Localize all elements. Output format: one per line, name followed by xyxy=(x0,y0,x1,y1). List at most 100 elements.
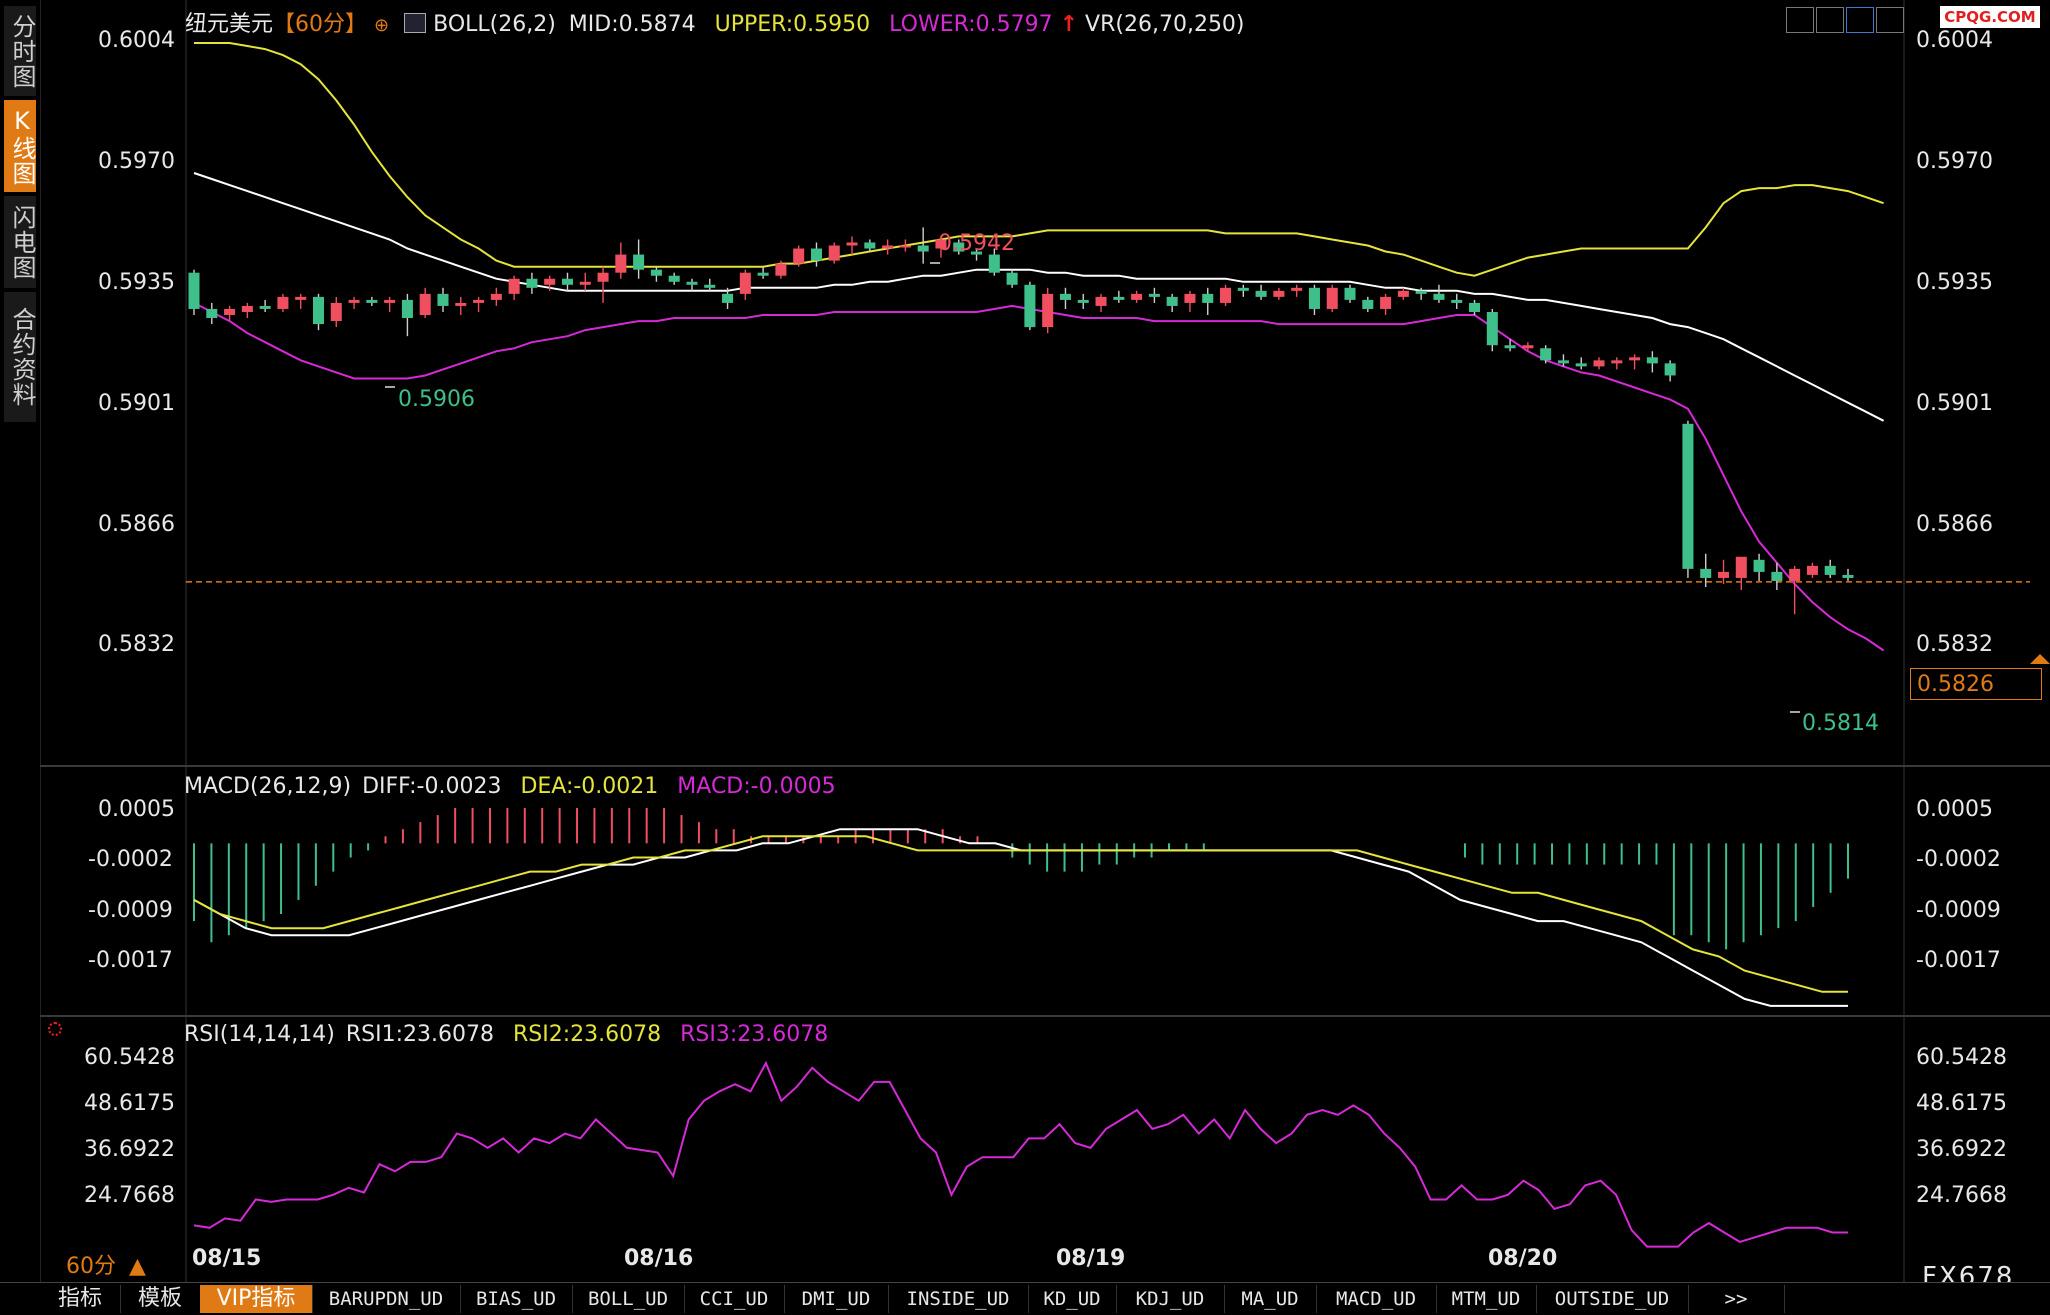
candle-body xyxy=(259,305,271,309)
macd-title: MACD(26,12,9) xyxy=(184,774,352,799)
candle-body xyxy=(437,293,449,306)
candle-body xyxy=(793,248,805,264)
candle-body xyxy=(1717,571,1730,578)
period-selector[interactable]: 60分 ▲ xyxy=(66,1248,146,1280)
candle-body xyxy=(544,278,556,285)
candle-body xyxy=(1166,296,1178,306)
candle-body xyxy=(864,242,876,249)
bar-chart-icon[interactable] xyxy=(1816,7,1844,33)
indicator-tab-bar: 指标 模板 VIP指标 BARUPDN_UD BIAS_UD BOLL_UD C… xyxy=(0,1282,2050,1315)
candle-body xyxy=(1682,423,1694,569)
tab-indicators[interactable]: 指标 xyxy=(40,1285,121,1313)
candle-body xyxy=(615,254,627,273)
tab-kd[interactable]: KD_UD xyxy=(1028,1285,1117,1313)
candle-body xyxy=(241,305,253,312)
macd-value: MACD:-0.0005 xyxy=(677,774,836,799)
candle-body xyxy=(1380,296,1392,309)
candle-body xyxy=(1237,287,1249,291)
current-price-label: 0.5826 xyxy=(1910,668,2042,700)
macd-dea: DEA:-0.0021 xyxy=(520,774,659,799)
date-label: 08/20 xyxy=(1488,1246,1558,1271)
candle-body xyxy=(295,296,307,300)
tab-barupdn[interactable]: BARUPDN_UD xyxy=(312,1285,461,1313)
low-price-label: 0.5814 xyxy=(1802,711,1879,736)
symbol-name: 纽元美元 xyxy=(185,12,274,37)
macd-tick-right: 0.0005 xyxy=(1916,797,1993,822)
candle-body xyxy=(1006,272,1018,285)
tab-more[interactable]: >> xyxy=(1688,1285,1785,1313)
rsi-line xyxy=(193,1060,1848,1248)
candle-body xyxy=(1220,287,1232,303)
zoom-chart-icon[interactable] xyxy=(1876,7,1904,33)
indicator-chart-icon[interactable] xyxy=(404,13,427,33)
candle-body xyxy=(597,272,609,282)
crosshair-icon[interactable] xyxy=(1786,7,1814,33)
boll-upper-line xyxy=(194,42,1884,277)
candle-body xyxy=(561,278,573,285)
rsi2-value: RSI2:23.6078 xyxy=(513,1022,662,1047)
record-icon[interactable] xyxy=(48,1022,62,1036)
candle-body xyxy=(366,299,378,303)
price-tick-left: 0.5832 xyxy=(98,632,175,657)
tab-vip-indicators[interactable]: VIP指标 xyxy=(200,1285,313,1313)
candle-body xyxy=(1486,311,1498,346)
candle-body xyxy=(330,302,342,322)
candle-body xyxy=(1059,293,1071,300)
chart-header: 纽元美元【60分】 ⊕ BOLL(26,2) MID:0.5874 UPPER:… xyxy=(185,6,1245,38)
rsi-header: RSI(14,14,14) RSI1:23.6078 RSI2:23.6078 … xyxy=(184,1022,828,1047)
tab-mtm[interactable]: MTM_UD xyxy=(1436,1285,1537,1313)
low-price-label: 0.5906 xyxy=(398,387,475,412)
chart-canvas[interactable] xyxy=(0,0,2050,1282)
boll-upper: UPPER:0.5950 xyxy=(714,12,871,37)
price-tick-right: 0.6004 xyxy=(1916,28,1993,53)
tab-templates[interactable]: 模板 xyxy=(120,1285,201,1313)
candle-body xyxy=(1575,363,1587,367)
tab-cci[interactable]: CCI_UD xyxy=(684,1285,785,1313)
candle-body xyxy=(473,299,485,303)
tab-boll[interactable]: BOLL_UD xyxy=(572,1285,685,1313)
tab-kdj[interactable]: KDJ_UD xyxy=(1116,1285,1225,1313)
candle-body xyxy=(704,284,716,288)
candle-body xyxy=(1433,293,1445,300)
candle-body xyxy=(579,281,591,285)
tab-dmi[interactable]: DMI_UD xyxy=(784,1285,889,1313)
candle-body xyxy=(384,299,396,303)
candle-body xyxy=(668,275,680,282)
price-tick-left: 0.5901 xyxy=(98,391,175,416)
chart-grid xyxy=(40,0,2050,1282)
candle-body xyxy=(508,278,520,294)
arrow-up-icon: ↑ xyxy=(1059,12,1079,37)
candle-body xyxy=(1362,299,1374,309)
candle-body xyxy=(1202,293,1214,303)
rsi-tick-right: 24.7668 xyxy=(1916,1183,2007,1208)
rsi1-value: RSI1:23.6078 xyxy=(345,1022,494,1047)
period-label: 【60分】 xyxy=(273,12,368,37)
line-chart-icon[interactable] xyxy=(1846,7,1874,33)
tab-macd[interactable]: MACD_UD xyxy=(1316,1285,1437,1313)
candle-body xyxy=(810,248,822,261)
tab-outside[interactable]: OUTSIDE_UD xyxy=(1536,1285,1689,1313)
tab-bias[interactable]: BIAS_UD xyxy=(460,1285,573,1313)
candle-body xyxy=(1753,559,1765,572)
candle-body xyxy=(686,281,698,285)
candle-body xyxy=(1042,293,1054,328)
rsi-tick-left: 24.7668 xyxy=(84,1183,175,1208)
candle-body xyxy=(1415,290,1427,294)
rsi-tick-left: 36.6922 xyxy=(84,1137,175,1162)
dea-line xyxy=(193,835,1848,993)
settings-icon[interactable]: ⊕ xyxy=(374,15,389,36)
candle-body xyxy=(757,272,769,276)
candle-body xyxy=(1789,568,1801,581)
tab-inside[interactable]: INSIDE_UD xyxy=(888,1285,1029,1313)
rsi3-value: RSI3:23.6078 xyxy=(680,1022,829,1047)
candle-body xyxy=(1344,287,1356,300)
date-label: 08/19 xyxy=(1056,1246,1126,1271)
candle-body xyxy=(1273,290,1285,297)
price-tick-right: 0.5935 xyxy=(1916,270,1993,295)
price-tick-right: 0.5866 xyxy=(1916,512,1993,537)
candle-body xyxy=(1504,345,1516,349)
triangle-up-icon: ▲ xyxy=(129,1254,146,1279)
candle-body xyxy=(1397,290,1409,297)
tab-ma[interactable]: MA_UD xyxy=(1224,1285,1317,1313)
candle-body xyxy=(988,254,1000,273)
